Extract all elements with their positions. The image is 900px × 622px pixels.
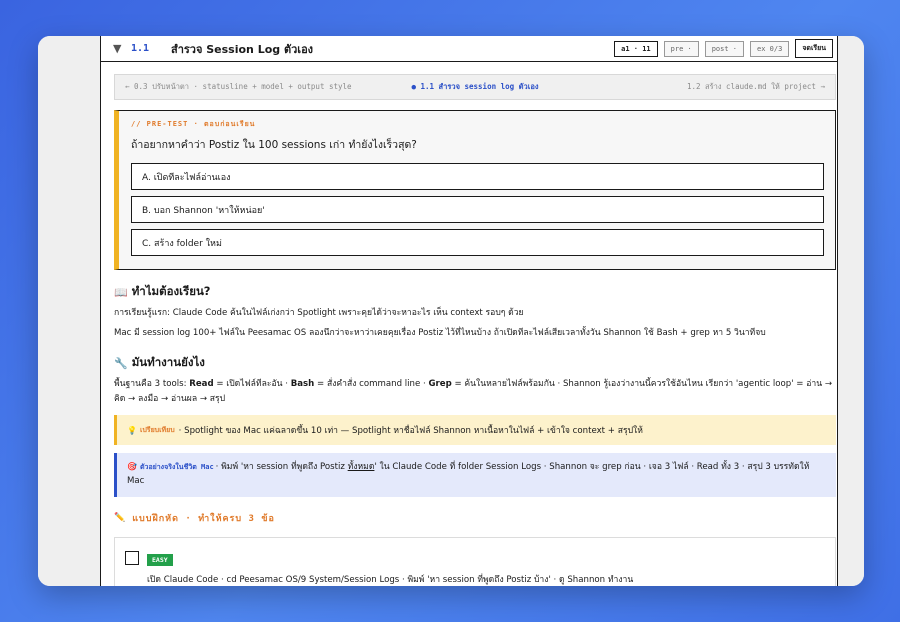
how-section: 🔧 มันทำงานยังไง พื้นฐานคือ 3 tools: Read…: [101, 354, 837, 407]
how-paragraph: พื้นฐานคือ 3 tools: Read = เปิดไฟล์ทีละอ…: [114, 377, 835, 407]
how-text-c: = สั่งคำสั่ง command line ·: [314, 379, 429, 389]
wrench-icon: 🔧: [114, 356, 128, 370]
lightbulb-icon: 💡: [127, 425, 137, 435]
next-lesson-link[interactable]: 1.2 สร้าง claude.md ให้ project →: [592, 81, 825, 93]
how-heading: 🔧 มันทำงานยังไง: [114, 354, 835, 372]
app-window: ▼ 1.1 สำรวจ Session Log ตัวเอง a1 · 11 p…: [38, 36, 864, 586]
exercise-checkbox[interactable]: [125, 551, 139, 565]
bash-tool-label: Bash: [290, 379, 315, 389]
lesson-number: 1.1: [131, 43, 150, 54]
mark-learned-button[interactable]: จดเรียน: [795, 39, 833, 58]
target-icon: 🎯: [127, 462, 137, 471]
why-paragraph-2: Mac มี session log 100+ ไฟล์ใน Peesamac …: [114, 328, 766, 338]
comparison-text: · Spotlight ของ Mac แค่ฉลาดขึ้น 10 เท่า …: [178, 426, 643, 436]
pre-test-button[interactable]: pre ·: [663, 40, 699, 57]
why-paragraph-1: การเรียนรู้แรก: Claude Code ค้นในไฟล์เก่…: [114, 308, 524, 318]
right-gutter: [838, 36, 864, 586]
pretest-box: // PRE-TEST · ตอบก่อนเรียน ถ้าอยากหาคำว่…: [114, 110, 836, 270]
left-gutter: [38, 36, 100, 586]
example-callout: 🎯 ตัวอย่างจริงในชีวิต Mac · พิมพ์ 'หา sess…: [114, 453, 836, 497]
lesson-code-button[interactable]: a1 · 11: [614, 40, 658, 57]
how-text-b: = เปิดไฟล์ทีละอัน ·: [213, 379, 291, 389]
current-lesson-indicator: ● 1.1 สำรวจ session log ตัวเอง: [411, 82, 539, 91]
example-tag: ตัวอย่างจริงในชีวิต Mac: [139, 463, 214, 471]
comparison-tag: เปรียบเทียบ: [139, 425, 175, 434]
read-tool-label: Read: [189, 379, 214, 389]
how-text-a: พื้นฐานคือ 3 tools:: [114, 379, 190, 389]
pretest-label: // PRE-TEST · ตอบก่อนเรียน: [131, 120, 256, 128]
prev-lesson-link[interactable]: ← 0.3 ปรับหน้าตา · statusline + model + …: [125, 81, 358, 93]
collapse-triangle-icon[interactable]: ▼: [113, 42, 127, 55]
lesson-header: ▼ 1.1 สำรวจ Session Log ตัวเอง a1 · 11 p…: [101, 36, 837, 62]
difficulty-badge: EASY: [147, 554, 173, 566]
pretest-option-b[interactable]: B. บอก Shannon 'หาให้หน่อย': [131, 196, 824, 223]
exercise-text: เปิด Claude Code · cd Peesamac OS/9 Syst…: [147, 575, 634, 585]
exercise-body: EASY เปิด Claude Code · cd Peesamac OS/9…: [147, 547, 633, 586]
how-heading-text: มันทำงานยังไง: [131, 355, 205, 369]
exercises-heading: ✏️ แบบฝึกหัด · ทำให้ครบ 3 ข้อ: [114, 511, 837, 525]
pencil-icon: ✏️: [114, 513, 127, 523]
why-section: 📖 ทำไมต้องเรียน? การเรียนรู้แรก: Claude …: [101, 283, 837, 341]
exercises-heading-text: แบบฝึกหัด · ทำให้ครบ 3 ข้อ: [132, 514, 275, 524]
pretest-option-a[interactable]: A. เปิดทีละไฟล์อ่านเอง: [131, 163, 824, 190]
lesson-navigation: ← 0.3 ปรับหน้าตา · statusline + model + …: [114, 74, 836, 100]
example-text-a: · พิมพ์ 'หา session ที่พูดถึง Postiz: [215, 462, 348, 472]
pretest-question: ถ้าอยากหาคำว่า Postiz ใน 100 sessions เก…: [131, 139, 417, 151]
book-icon: 📖: [114, 285, 128, 299]
lesson-title: สำรวจ Session Log ตัวเอง: [171, 42, 314, 56]
post-test-button[interactable]: post ·: [704, 40, 745, 57]
pretest-option-c[interactable]: C. สร้าง folder ใหม่: [131, 229, 824, 256]
why-heading: 📖 ทำไมต้องเรียน?: [114, 283, 835, 301]
grep-tool-label: Grep: [428, 379, 452, 389]
lesson-content: ▼ 1.1 สำรวจ Session Log ตัวเอง a1 · 11 p…: [100, 36, 838, 586]
exercise-count-button[interactable]: ex 0/3: [750, 40, 790, 57]
why-heading-text: ทำไมต้องเรียน?: [131, 284, 211, 298]
comparison-callout: 💡 เปรียบเทียบ · Spotlight ของ Mac แค่ฉลา…: [114, 415, 836, 445]
exercise-card: EASY เปิด Claude Code · cd Peesamac OS/9…: [114, 537, 836, 586]
example-underlined-text: ทั้งหมด: [347, 462, 375, 472]
